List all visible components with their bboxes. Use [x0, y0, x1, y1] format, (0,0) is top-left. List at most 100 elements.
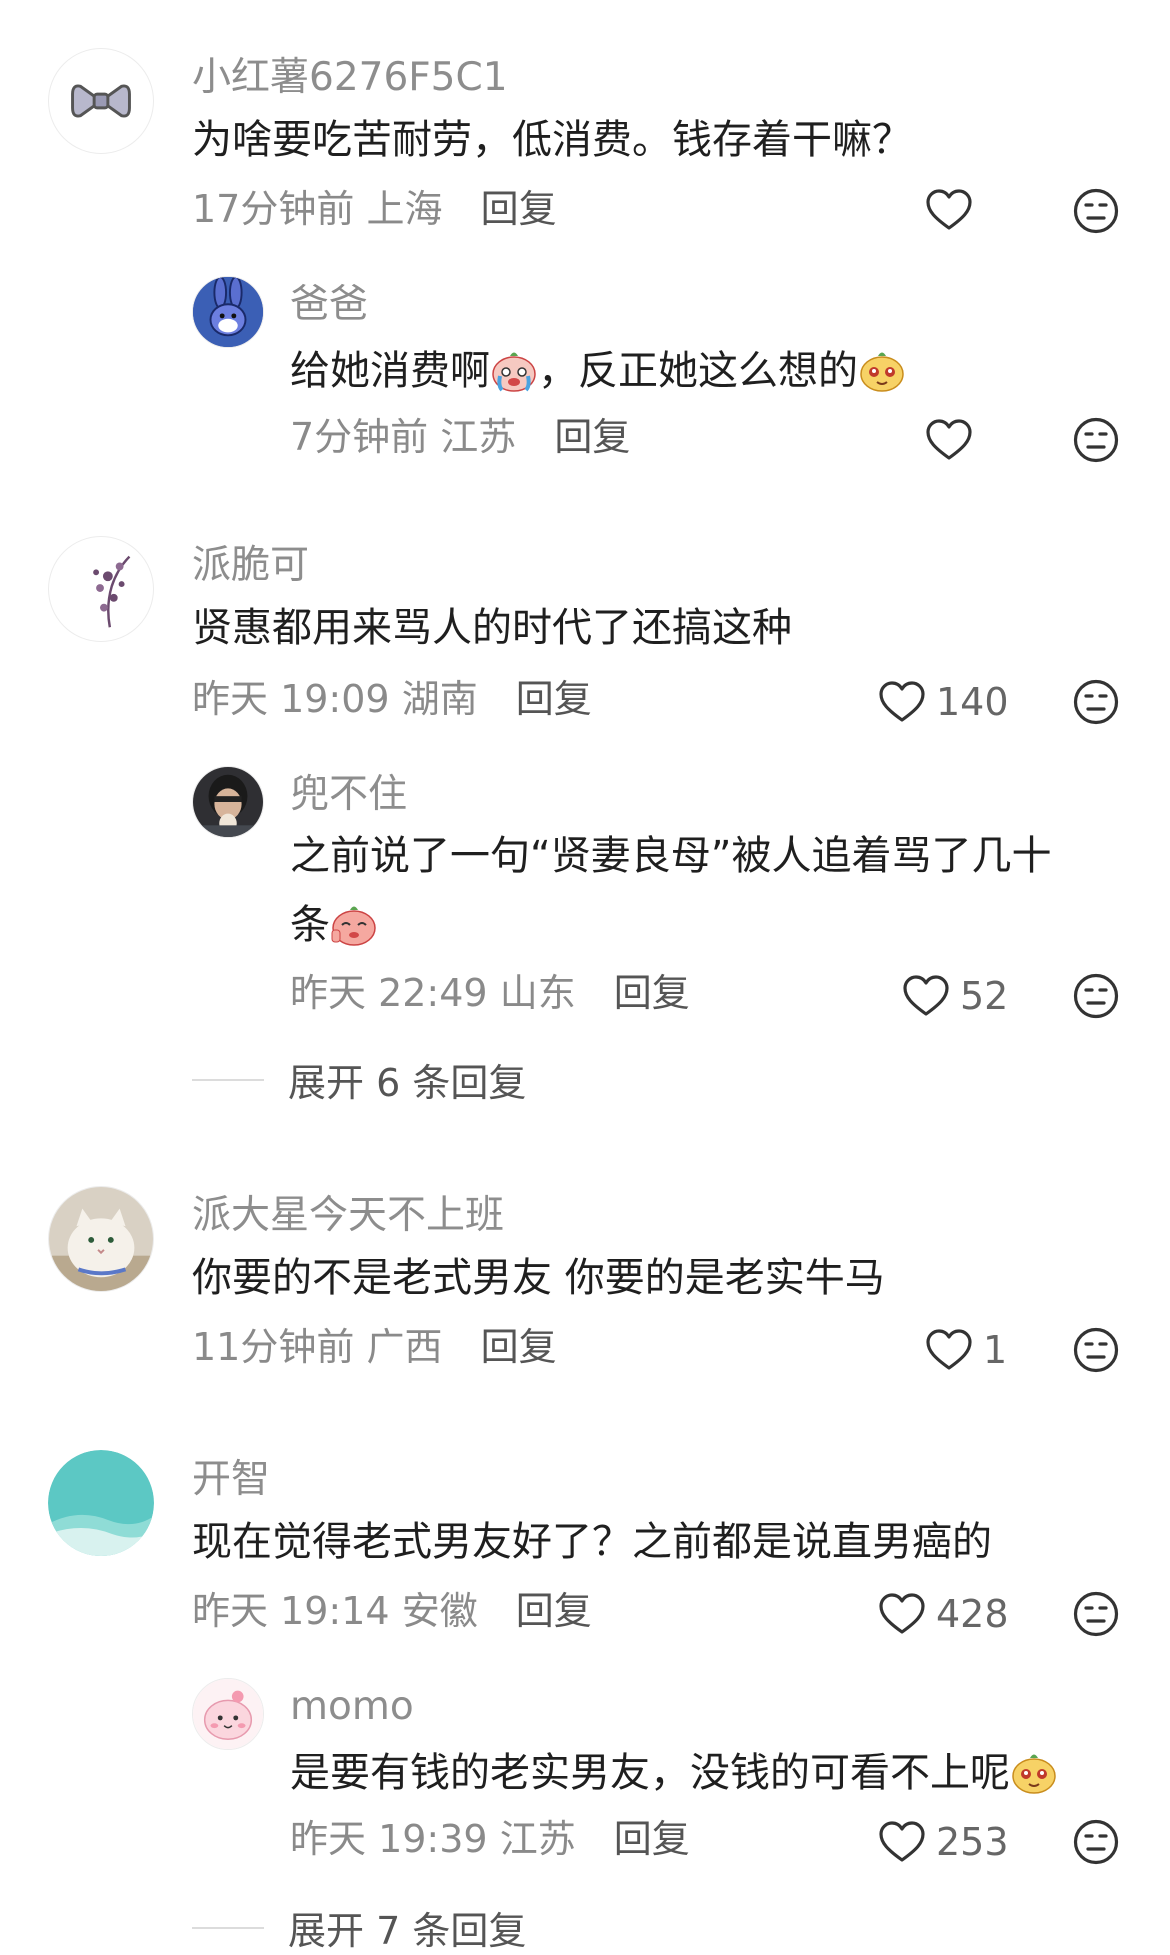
avatar[interactable]	[192, 276, 264, 348]
timestamp: 昨天 19:09	[192, 677, 390, 721]
neutral-face-icon	[1072, 187, 1120, 235]
dislike-button[interactable]	[1072, 1326, 1120, 1378]
like-count: 1	[983, 1328, 1008, 1372]
comment-text: 现在觉得老式男友好了？之前都是说直男癌的	[192, 1519, 992, 1565]
neutral-face-icon	[1072, 972, 1120, 1020]
waving-face-emoji	[330, 900, 378, 948]
comment-meta: 昨天 19:09 湖南 回复	[192, 680, 592, 718]
username[interactable]: 爸爸	[290, 285, 368, 324]
avatar[interactable]	[192, 1678, 264, 1750]
timestamp: 11分钟前	[192, 1325, 355, 1369]
like-count: 428	[936, 1592, 1009, 1636]
person-photo-icon	[193, 767, 263, 837]
location: 湖南	[401, 677, 478, 721]
reply-text-line: 条	[290, 900, 378, 948]
neutral-face-icon	[1072, 416, 1120, 464]
comment-meta: 昨天 19:39 江苏 回复	[290, 1820, 690, 1858]
username[interactable]: 小红薯6276F5C1	[192, 58, 508, 97]
flower-branch-icon	[93, 555, 131, 628]
reply-button[interactable]: 回复	[614, 971, 690, 1015]
like-button[interactable]	[925, 418, 973, 462]
like-count: 52	[960, 974, 1009, 1018]
username[interactable]: 开智	[192, 1460, 270, 1499]
pink-character-icon	[193, 1679, 263, 1749]
reply-text: 是要有钱的老实男友，没钱的可看不上呢	[290, 1748, 1058, 1796]
comment-text: 你要的不是老式男友 你要的是老实牛马	[192, 1255, 885, 1301]
reply-button[interactable]: 回复	[516, 1589, 592, 1633]
reply-button[interactable]: 回复	[516, 677, 592, 721]
reply-text-part: 条	[290, 902, 330, 948]
heart-icon	[878, 680, 926, 724]
dislike-button[interactable]	[1072, 187, 1120, 239]
like-button[interactable]: 1	[925, 1328, 1007, 1372]
location: 江苏	[499, 1817, 576, 1861]
comment-meta: 昨天 19:14 安徽 回复	[192, 1592, 592, 1630]
avatar[interactable]	[192, 766, 264, 838]
like-button[interactable]: 253	[878, 1820, 1009, 1864]
timestamp: 7分钟前	[290, 415, 429, 459]
heart-icon	[925, 1328, 973, 1372]
neutral-face-icon	[1072, 1818, 1120, 1866]
like-button[interactable]	[925, 188, 973, 232]
divider	[192, 1926, 264, 1929]
location: 安徽	[401, 1589, 478, 1633]
avatar[interactable]	[48, 48, 154, 154]
dislike-button[interactable]	[1072, 416, 1120, 468]
reply-text-part: 给她消费啊	[290, 348, 490, 394]
neutral-face-icon	[1072, 1326, 1120, 1374]
expand-replies-button[interactable]: 展开 6 条回复	[192, 1052, 526, 1107]
dislike-button[interactable]	[1072, 678, 1120, 730]
white-cat-icon	[49, 1187, 153, 1291]
expand-replies-label: 展开 6 条回复	[288, 1061, 527, 1105]
heart-icon	[878, 1592, 926, 1636]
avatar[interactable]	[48, 1186, 154, 1292]
reply-button[interactable]: 回复	[481, 187, 557, 231]
dislike-button[interactable]	[1072, 1818, 1120, 1870]
like-count: 140	[936, 680, 1009, 724]
reply-button[interactable]: 回复	[554, 415, 630, 459]
divider	[192, 1078, 264, 1081]
comment-text: 为啥要吃苦耐劳，低消费。钱存着干嘛？	[192, 117, 912, 163]
avatar[interactable]	[48, 536, 154, 642]
like-count: 253	[936, 1820, 1009, 1864]
avatar[interactable]	[48, 1450, 154, 1556]
username[interactable]: 派大星今天不上班	[192, 1196, 504, 1235]
reply-button[interactable]: 回复	[481, 1325, 557, 1369]
like-button[interactable]: 52	[902, 974, 1008, 1018]
crying-face-emoji	[490, 346, 538, 394]
comment-meta: 17分钟前 上海 回复	[192, 190, 557, 228]
username[interactable]: momo	[290, 1687, 414, 1726]
timestamp: 17分钟前	[192, 187, 355, 231]
smug-face-emoji	[1010, 1748, 1058, 1796]
timestamp: 昨天 19:39	[290, 1817, 488, 1861]
timestamp: 昨天 22:49	[290, 971, 488, 1015]
expand-replies-button[interactable]: 展开 7 条回复	[192, 1900, 526, 1955]
username[interactable]: 兜不住	[290, 775, 407, 814]
comment-meta: 7分钟前 江苏 回复	[290, 418, 630, 456]
dislike-button[interactable]	[1072, 972, 1120, 1024]
reply-text-part: ，反正她这么想的	[538, 348, 858, 394]
teal-wave-icon	[48, 1450, 154, 1556]
location: 山东	[499, 971, 576, 1015]
reply-text-line: 之前说了一句“贤妻良母”被人追着骂了几十	[290, 833, 1052, 879]
smug-face-emoji	[858, 346, 906, 394]
like-button[interactable]: 140	[878, 680, 1009, 724]
cartoon-rabbit-icon	[193, 277, 263, 347]
dislike-button[interactable]	[1072, 1590, 1120, 1642]
heart-icon	[925, 188, 973, 232]
neutral-face-icon	[1072, 1590, 1120, 1638]
timestamp: 昨天 19:14	[192, 1589, 390, 1633]
heart-icon	[902, 974, 950, 1018]
expand-replies-label: 展开 7 条回复	[288, 1909, 527, 1953]
bow-icon	[71, 84, 131, 118]
like-button[interactable]: 428	[878, 1592, 1009, 1636]
reply-text: 给她消费啊 ，反正她这么想的	[290, 346, 906, 394]
comment-text: 贤惠都用来骂人的时代了还搞这种	[192, 605, 792, 651]
location: 上海	[366, 187, 443, 231]
location: 江苏	[440, 415, 517, 459]
comment-meta: 昨天 22:49 山东 回复	[290, 974, 690, 1012]
location: 广西	[366, 1325, 443, 1369]
username[interactable]: 派脆可	[192, 546, 309, 585]
reply-button[interactable]: 回复	[614, 1817, 690, 1861]
heart-icon	[925, 418, 973, 462]
